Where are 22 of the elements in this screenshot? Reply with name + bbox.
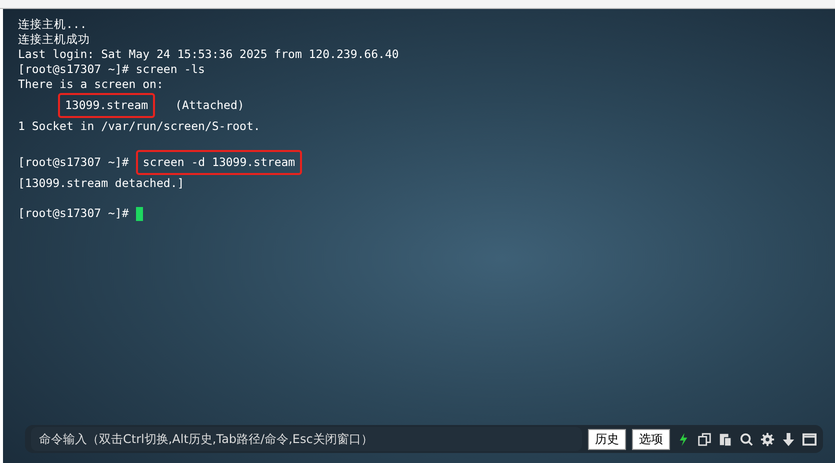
toolbar-button[interactable]: 选项: [632, 428, 670, 450]
command-input[interactable]: 命令输入（双击Ctrl切换,Alt历史,Tab路径/命令,Esc关闭窗口）: [31, 427, 582, 451]
terminal-text: [root@s17307 ~]# screen -ls: [18, 62, 205, 77]
terminal-text: 13099.stream: [58, 93, 156, 118]
window-icon[interactable]: [802, 432, 817, 446]
terminal-text: screen -d 13099.stream: [136, 150, 302, 175]
terminal-text: 连接主机...: [18, 17, 87, 32]
terminal-text: [root@s17307 ~]#: [18, 206, 129, 221]
terminal-text: (Attached): [175, 98, 244, 113]
cursor: [136, 206, 143, 220]
terminal-text: [13099.stream detached.]: [18, 176, 184, 191]
toolbar-button[interactable]: 历史: [588, 428, 626, 450]
terminal-text: Last login: Sat May 24 15:53:36 2025 from 120.239.66.40: [18, 47, 399, 62]
terminal-text: [root@s17307 ~]#: [18, 155, 129, 170]
terminal-text: 连接主机成功: [18, 32, 90, 47]
settings-icon[interactable]: [760, 432, 775, 446]
copy-icon[interactable]: [697, 432, 712, 446]
search-icon[interactable]: [739, 432, 754, 446]
terminal-text: There is a screen on:: [18, 77, 164, 92]
down-arrow-icon[interactable]: [781, 432, 796, 446]
paste-icon[interactable]: [718, 432, 733, 446]
terminal-text: 1 Socket in /var/run/screen/S-root.: [18, 119, 260, 134]
